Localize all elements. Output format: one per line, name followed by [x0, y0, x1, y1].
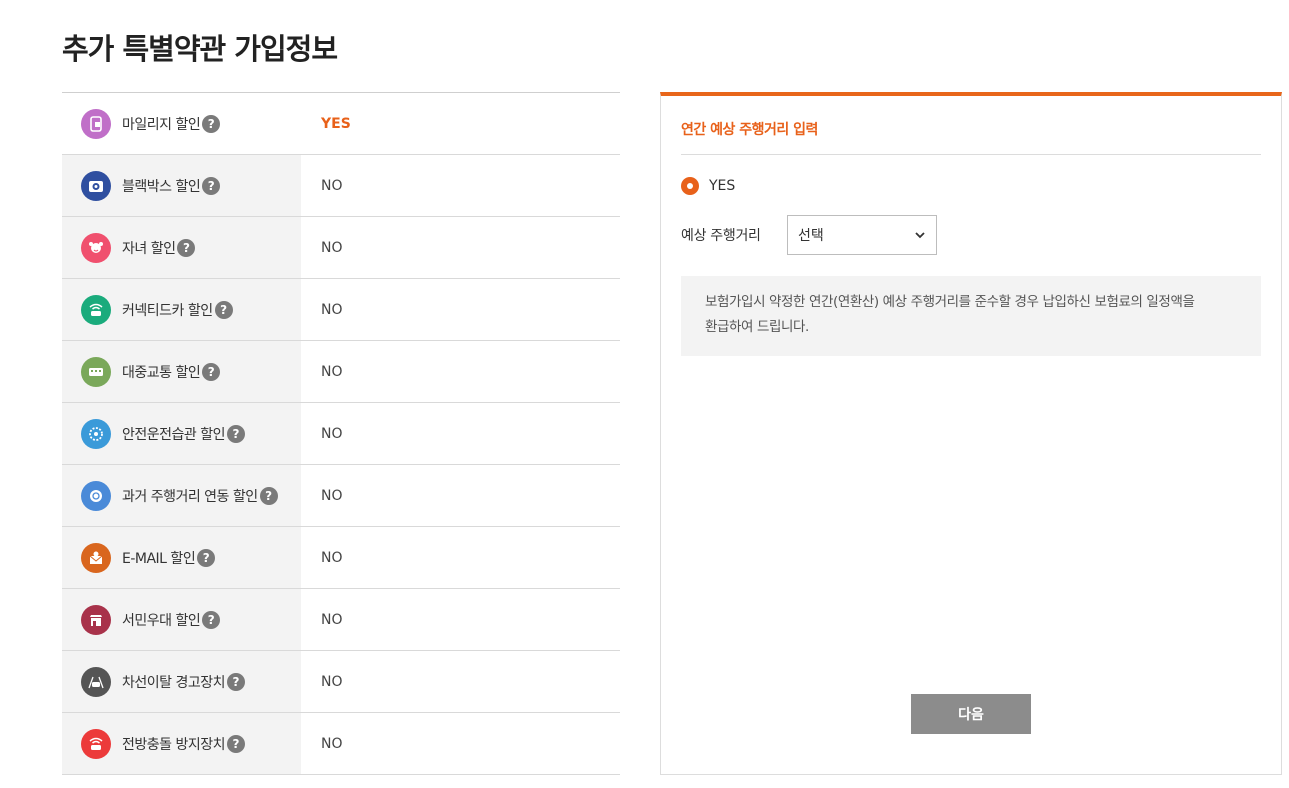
child-icon [81, 232, 111, 263]
discount-label: 전방충돌 방지장치 [122, 736, 226, 753]
discount-label-cell: E-MAIL 할인 ? [62, 527, 301, 588]
discount-value: NO [321, 673, 343, 690]
discount-label: 서민우대 할인 [122, 612, 201, 629]
discount-row-store: 서민우대 할인 ? NO [62, 589, 620, 651]
discount-label-cell: 과거 주행거리 연동 할인 ? [62, 465, 301, 526]
discount-label-cell: 차선이탈 경고장치 ? [62, 651, 301, 712]
discount-row-mileage: 마일리지 할인 ? YES [62, 93, 620, 155]
store-icon [81, 604, 111, 635]
radio-label: YES [709, 178, 736, 194]
connected-car-icon [81, 294, 111, 325]
bus-icon [81, 356, 111, 387]
radio-selected-icon[interactable] [681, 177, 699, 195]
panel-title: 연간 예상 주행거리 입력 [681, 122, 818, 138]
discount-value: NO [321, 611, 343, 628]
yes-radio-option[interactable]: YES [681, 177, 735, 195]
help-icon[interactable]: ? [227, 672, 245, 691]
discount-label-cell: 대중교통 할인 ? [62, 341, 301, 402]
discount-label-cell: 자녀 할인 ? [62, 217, 301, 278]
mileage-input-panel: 연간 예상 주행거리 입력 YES 예상 주행거리 선택 보험가입시 약정한 연… [660, 92, 1282, 775]
help-icon[interactable]: ? [202, 362, 221, 381]
discount-row-connected-car: 커넥티드카 할인 ? NO [62, 279, 620, 341]
discount-value: NO [321, 239, 343, 256]
discount-row-bus: 대중교통 할인 ? NO [62, 341, 620, 403]
mileage-icon [81, 108, 111, 139]
chevron-down-icon [915, 232, 925, 239]
past-mileage-icon [81, 480, 111, 511]
discount-label: 마일리지 할인 [122, 116, 201, 133]
collision-icon [81, 728, 111, 759]
blackbox-icon [81, 170, 111, 201]
help-icon[interactable]: ? [227, 734, 245, 753]
refund-notice: 보험가입시 약정한 연간(연환산) 예상 주행거리를 준수할 경우 납입하신 보… [681, 276, 1261, 356]
select-value: 선택 [798, 228, 824, 244]
expected-distance-select[interactable]: 선택 [787, 215, 937, 255]
discount-label-cell: 마일리지 할인 ? [62, 93, 301, 154]
discount-label: 차선이탈 경고장치 [122, 674, 226, 691]
discount-label: 자녀 할인 [122, 240, 176, 257]
discount-row-collision: 전방충돌 방지장치 ? NO [62, 713, 620, 775]
discount-label-cell: 커넥티드카 할인 ? [62, 279, 301, 340]
lane-departure-icon [81, 666, 111, 697]
discount-label: 과거 주행거리 연동 할인 [122, 488, 258, 505]
help-icon[interactable]: ? [202, 114, 221, 133]
notice-line-2: 환급하여 드립니다. [705, 319, 809, 335]
discount-label: 블랙박스 할인 [122, 178, 201, 195]
help-icon[interactable]: ? [197, 548, 216, 567]
discount-row-past-mileage: 과거 주행거리 연동 할인 ? NO [62, 465, 620, 527]
discount-label: 대중교통 할인 [122, 364, 201, 381]
help-icon[interactable]: ? [202, 176, 221, 195]
discount-table: 마일리지 할인 ? YES 블랙박스 할인 ? NO 자녀 할인 ? NO 커넥… [62, 92, 620, 775]
discount-value: NO [321, 549, 343, 566]
discount-value: NO [321, 363, 343, 380]
discount-label-cell: 전방충돌 방지장치 ? [62, 713, 301, 774]
discount-row-safe-driving: 안전운전습관 할인 ? NO [62, 403, 620, 465]
next-button[interactable]: 다음 [911, 694, 1031, 734]
help-icon[interactable]: ? [214, 300, 233, 319]
discount-label: 커넥티드카 할인 [122, 302, 213, 319]
discount-label: E-MAIL 할인 [122, 550, 196, 567]
discount-value: NO [321, 487, 343, 504]
discount-value: NO [321, 425, 343, 442]
panel-divider [681, 154, 1261, 155]
discount-value: NO [321, 177, 343, 194]
help-icon[interactable]: ? [259, 486, 278, 505]
discount-label-cell: 안전운전습관 할인 ? [62, 403, 301, 464]
email-icon [81, 542, 111, 573]
discount-label-cell: 서민우대 할인 ? [62, 589, 301, 650]
discount-value: NO [321, 301, 343, 318]
safe-driving-icon [81, 418, 111, 449]
expected-distance-row: 예상 주행거리 선택 [681, 215, 937, 255]
discount-value: NO [321, 735, 343, 752]
discount-row-blackbox: 블랙박스 할인 ? NO [62, 155, 620, 217]
discount-value: YES [321, 115, 351, 132]
discount-row-email: E-MAIL 할인 ? NO [62, 527, 620, 589]
help-icon[interactable]: ? [177, 238, 196, 257]
discount-label: 안전운전습관 할인 [122, 426, 226, 443]
page-title: 추가 특별약관 가입정보 [62, 32, 338, 66]
help-icon[interactable]: ? [202, 610, 221, 629]
discount-label-cell: 블랙박스 할인 ? [62, 155, 301, 216]
discount-row-child: 자녀 할인 ? NO [62, 217, 620, 279]
help-icon[interactable]: ? [227, 424, 245, 443]
notice-line-1: 보험가입시 약정한 연간(연환산) 예상 주행거리를 준수할 경우 납입하신 보… [705, 294, 1195, 310]
discount-row-lane-departure: 차선이탈 경고장치 ? NO [62, 651, 620, 713]
expected-distance-label: 예상 주행거리 [681, 228, 761, 244]
